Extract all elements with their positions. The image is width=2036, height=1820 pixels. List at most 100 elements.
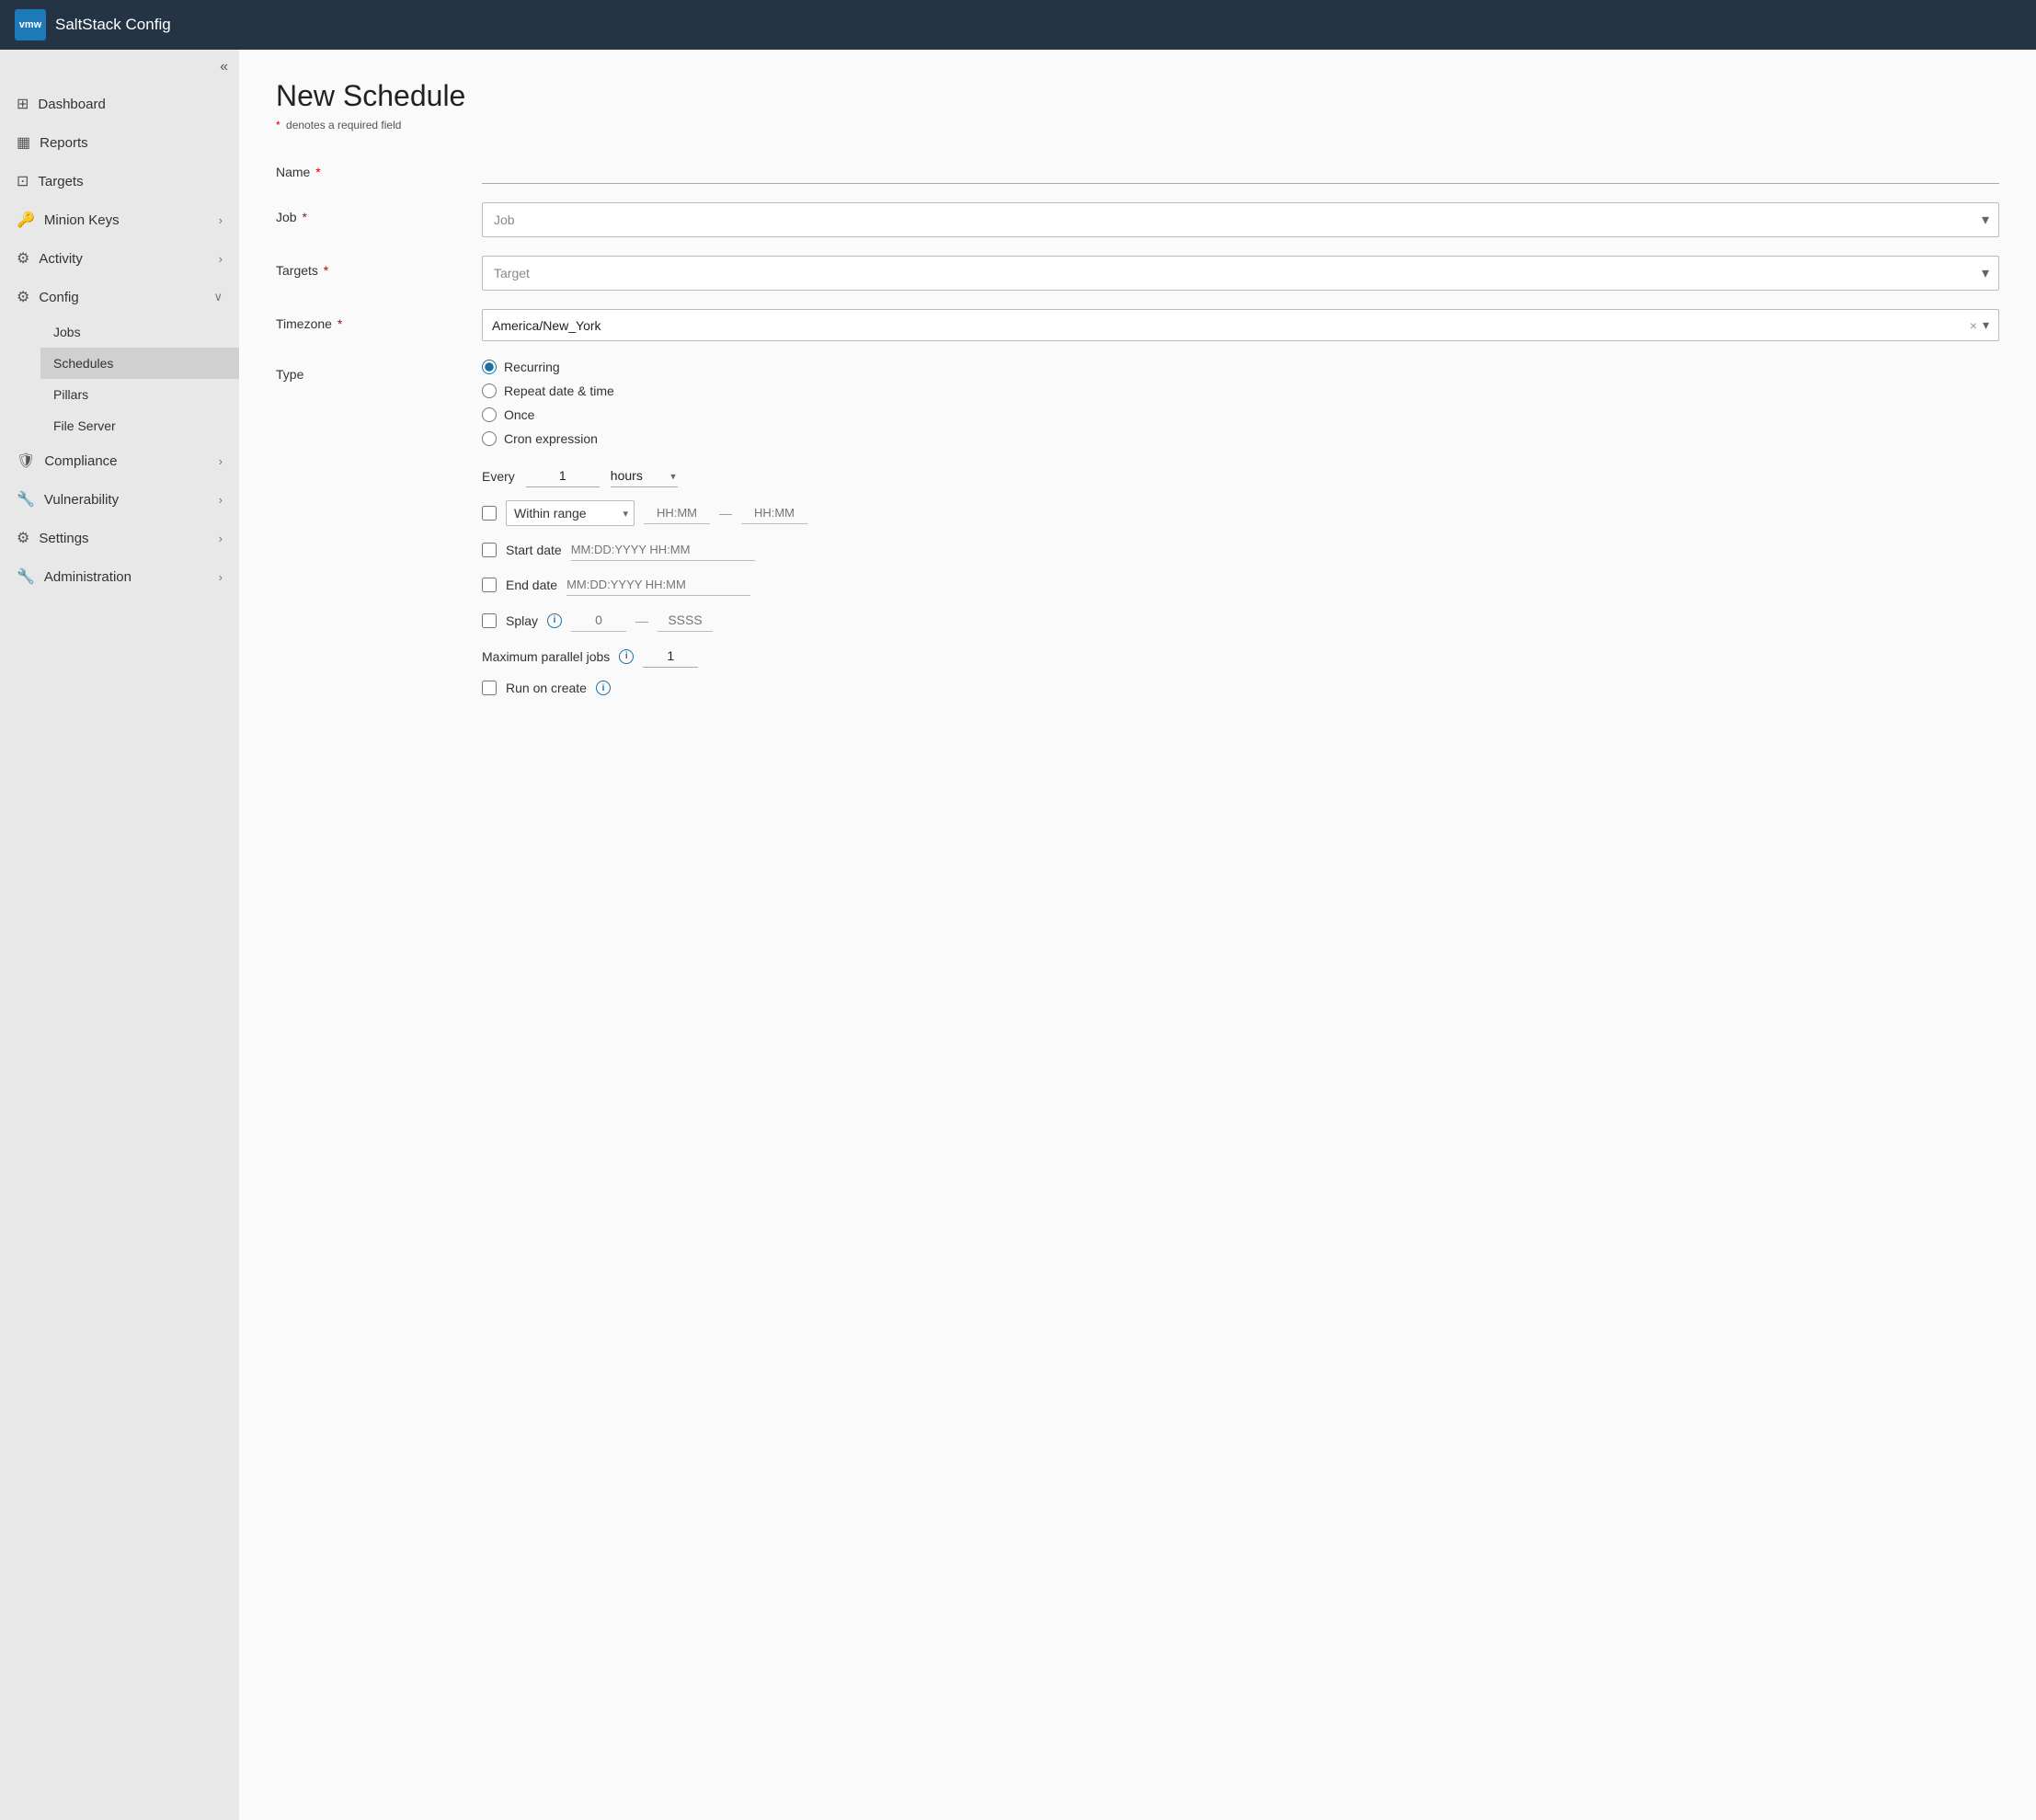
vulnerability-icon: 🔧 — [17, 490, 35, 509]
type-option-cron-expression[interactable]: Cron expression — [482, 431, 1999, 446]
end-date-row: End date — [482, 574, 1999, 596]
chevron-right-icon: › — [219, 454, 223, 468]
splay-separator: — — [635, 613, 648, 628]
splay-info-icon[interactable]: i — [547, 613, 562, 628]
job-select[interactable]: Job — [483, 203, 1998, 236]
sidebar-item-dashboard[interactable]: ⊞ Dashboard — [0, 85, 239, 123]
splay-checkbox[interactable] — [482, 613, 497, 628]
sidebar-item-label: Config — [39, 290, 78, 305]
administration-icon: 🔧 — [17, 567, 35, 586]
form-row-timezone: Timezone * America/New_York × ▾ — [276, 309, 1999, 341]
dashboard-icon: ⊞ — [17, 95, 29, 113]
config-icon: ⚙ — [17, 288, 29, 306]
type-option-once[interactable]: Once — [482, 407, 1999, 422]
job-select-wrapper: Job ▾ — [482, 202, 1999, 237]
type-radio-group: Recurring Repeat date & time Once Cron e… — [482, 360, 1999, 446]
topbar: vmw SaltStack Config — [0, 0, 2036, 50]
once-radio[interactable] — [482, 407, 497, 422]
sidebar-item-label: Activity — [39, 251, 83, 267]
sidebar-sub-item-file-server[interactable]: File Server — [40, 410, 239, 441]
sidebar-sub-item-schedules[interactable]: Schedules — [40, 348, 239, 379]
sidebar-sub-item-jobs[interactable]: Jobs — [40, 316, 239, 348]
job-label: Job * — [276, 202, 460, 224]
job-field: Job ▾ — [482, 202, 1999, 237]
main-content: New Schedule * denotes a required field … — [239, 50, 2036, 1820]
form-row-name: Name * — [276, 157, 1999, 184]
targets-label: Targets * — [276, 256, 460, 278]
scheduler-inner: Every hours seconds minutes days weeks — [276, 464, 1999, 695]
chevron-down-icon: ▾ — [1983, 317, 1989, 333]
sidebar-item-minion-keys[interactable]: 🔑 Minion Keys › — [0, 200, 239, 239]
sidebar-item-settings[interactable]: ⚙ Settings › — [0, 519, 239, 557]
repeat-date-time-radio[interactable] — [482, 383, 497, 398]
form-row-type: Type Recurring Repeat date & time Once — [276, 360, 1999, 446]
sidebar-item-compliance[interactable]: 🛡 Compliance › — [0, 441, 239, 480]
run-on-create-info-icon[interactable]: i — [596, 681, 611, 695]
every-label: Every — [482, 469, 515, 484]
name-input[interactable] — [482, 157, 1999, 184]
vmw-logo: vmw — [15, 9, 46, 40]
start-date-checkbox[interactable] — [482, 543, 497, 557]
name-label: Name * — [276, 157, 460, 179]
form-row-targets: Targets * Target ▾ — [276, 256, 1999, 291]
every-unit-select[interactable]: hours seconds minutes days weeks — [611, 464, 678, 487]
within-range-row: Within range ▾ — — [482, 500, 1999, 526]
timezone-field: America/New_York × ▾ — [482, 309, 1999, 341]
end-date-input[interactable] — [566, 574, 750, 596]
sidebar-item-administration[interactable]: 🔧 Administration › — [0, 557, 239, 596]
start-date-input[interactable] — [571, 539, 755, 561]
sidebar-item-config[interactable]: ⚙ Config ∨ — [0, 278, 239, 316]
sidebar-item-activity[interactable]: ⚙ Activity › — [0, 239, 239, 278]
timezone-clear-button[interactable]: × — [1970, 318, 1977, 333]
sidebar-item-targets[interactable]: ⊡ Targets — [0, 162, 239, 200]
sidebar-item-vulnerability[interactable]: 🔧 Vulnerability › — [0, 480, 239, 519]
end-date-label: End date — [506, 578, 557, 592]
activity-icon: ⚙ — [17, 249, 29, 268]
chevron-right-icon: › — [219, 570, 223, 584]
sidebar-collapse-button[interactable]: « — [220, 59, 228, 75]
sidebar-item-label: Dashboard — [38, 97, 105, 112]
page-title: New Schedule — [276, 79, 1999, 113]
max-parallel-info-icon[interactable]: i — [619, 649, 634, 664]
time-to-input[interactable] — [741, 502, 807, 524]
form-row-job: Job * Job ▾ — [276, 202, 1999, 237]
cron-expression-radio[interactable] — [482, 431, 497, 446]
sidebar-sub-item-pillars[interactable]: Pillars — [40, 379, 239, 410]
start-date-label: Start date — [506, 543, 562, 557]
sidebar-collapse-section: « — [0, 50, 239, 85]
type-field: Recurring Repeat date & time Once Cron e… — [482, 360, 1999, 446]
timezone-label: Timezone * — [276, 309, 460, 331]
time-from-input[interactable] — [644, 502, 710, 524]
sidebar-item-label: Compliance — [44, 453, 117, 469]
timezone-value: America/New_York — [492, 318, 1970, 333]
splay-label: Splay — [506, 613, 538, 628]
within-range-checkbox[interactable] — [482, 506, 497, 521]
type-option-recurring[interactable]: Recurring — [482, 360, 1999, 374]
sidebar-item-label: Targets — [38, 174, 83, 189]
recurring-radio[interactable] — [482, 360, 497, 374]
end-date-checkbox[interactable] — [482, 578, 497, 592]
max-parallel-row: Maximum parallel jobs i — [482, 645, 1999, 668]
max-parallel-input[interactable] — [643, 645, 698, 668]
chevron-down-icon: ∨ — [213, 290, 223, 304]
run-on-create-checkbox[interactable] — [482, 681, 497, 695]
splay-unit-input[interactable] — [658, 609, 713, 632]
every-row: Every hours seconds minutes days weeks — [482, 464, 1999, 487]
chevron-right-icon: › — [219, 532, 223, 545]
timezone-wrapper[interactable]: America/New_York × ▾ — [482, 309, 1999, 341]
name-field — [482, 157, 1999, 184]
max-parallel-label: Maximum parallel jobs — [482, 649, 610, 664]
sidebar: « ⊞ Dashboard ▦ Reports ⊡ Targets 🔑 Mini… — [0, 50, 239, 1820]
target-select[interactable]: Target — [483, 257, 1998, 290]
sidebar-item-reports[interactable]: ▦ Reports — [0, 123, 239, 162]
every-value-input[interactable] — [526, 464, 600, 487]
compliance-icon: 🛡 — [17, 452, 35, 470]
splay-from-input[interactable] — [571, 609, 626, 632]
splay-row: Splay i — — [482, 609, 1999, 632]
type-option-repeat-date-time[interactable]: Repeat date & time — [482, 383, 1999, 398]
run-on-create-row: Run on create i — [482, 681, 1999, 695]
chevron-right-icon: › — [219, 252, 223, 266]
key-icon: 🔑 — [17, 211, 35, 229]
sidebar-item-label: Minion Keys — [44, 212, 120, 228]
within-range-select[interactable]: Within range — [514, 506, 603, 521]
